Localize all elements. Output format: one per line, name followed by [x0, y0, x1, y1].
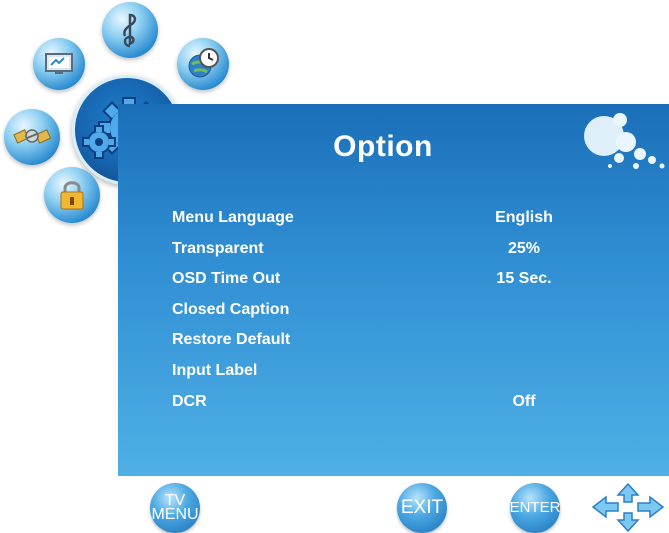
clock-bubble[interactable] [177, 38, 229, 90]
enter-label: ENTER [509, 499, 561, 516]
tv-picture-icon [45, 53, 73, 74]
menu-item-closed-caption[interactable]: Closed Caption [172, 301, 289, 319]
tv-menu-button[interactable]: TV MENU [150, 483, 200, 533]
menu-item-restore-default[interactable]: Restore Default [172, 331, 290, 349]
globe-clock-icon [188, 48, 219, 78]
enter-button[interactable]: ENTER [510, 483, 560, 533]
menu-title: Option [333, 130, 433, 163]
exit-button[interactable]: EXIT [397, 483, 447, 533]
satellite-icon [13, 129, 51, 144]
menu-item-input-label[interactable]: Input Label [172, 362, 257, 380]
menu-item-menu-language[interactable]: Menu Language [172, 209, 294, 227]
dcr-value: Off [512, 393, 536, 410]
music-bubble[interactable] [102, 2, 158, 58]
osd-time-out-value: 15 Sec. [496, 270, 552, 287]
tv-menu-label-bottom: MENU [151, 506, 199, 523]
lock-icon [60, 181, 84, 210]
arrow-keys-icon[interactable] [590, 482, 666, 533]
exit-label: EXIT [400, 497, 444, 518]
menu-item-osd-time-out[interactable]: OSD Time Out [172, 270, 280, 288]
menu-item-transparent[interactable]: Transparent [172, 240, 264, 258]
transparent-value: 25% [507, 240, 541, 257]
decorative-bubbles-icon [584, 113, 665, 169]
menu-language-value: English [495, 209, 553, 226]
menu-item-dcr[interactable]: DCR [172, 393, 207, 411]
satellite-bubble[interactable] [4, 109, 60, 165]
lock-bubble[interactable] [44, 167, 100, 223]
music-note-icon [123, 13, 137, 48]
